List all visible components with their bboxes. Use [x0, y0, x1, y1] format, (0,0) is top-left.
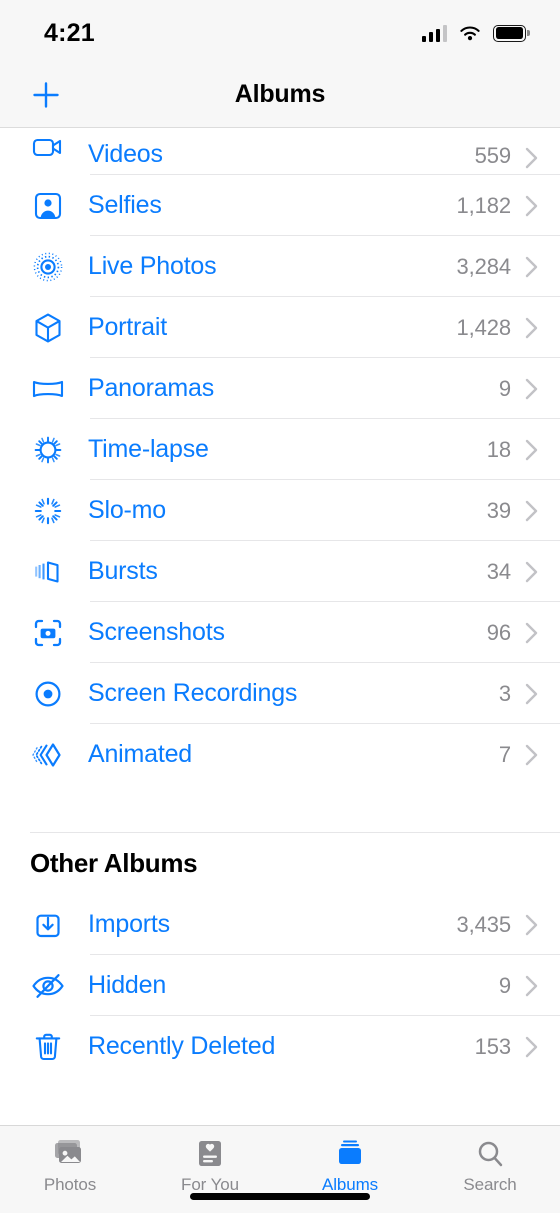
tab-label: Photos: [43, 1175, 97, 1194]
album-count: 18: [486, 436, 511, 462]
album-row-portrait[interactable]: Portrait 1,428: [0, 297, 560, 358]
section-spacer: [0, 785, 560, 832]
albums-list[interactable]: Videos 559 Selfies 1,182 Live Photos 3,2…: [0, 128, 560, 1125]
cellular-signal-icon: [421, 24, 447, 42]
chevron-right-icon: [525, 683, 538, 705]
album-label: Animated: [88, 740, 193, 768]
navigation-bar: Albums: [0, 62, 560, 128]
video-camera-icon: [26, 128, 70, 169]
eye-slash-icon: [26, 964, 70, 1008]
tab-for-you[interactable]: For You: [140, 1126, 280, 1195]
album-count: 1,428: [456, 314, 511, 340]
album-label: Recently Deleted: [88, 1032, 276, 1060]
album-row-screen-recordings[interactable]: Screen Recordings 3: [0, 663, 560, 724]
album-label: Selfies: [88, 191, 162, 219]
album-count: 96: [486, 619, 511, 645]
screen-recording-icon: [26, 672, 70, 716]
album-count: 3: [498, 680, 511, 706]
photos-albums-screen: 4:21 Albums Videos 559 Selfies 1,182 Liv…: [0, 0, 560, 1213]
album-row-animated[interactable]: Animated 7: [0, 724, 560, 785]
plus-icon: [33, 81, 59, 108]
albums-book-icon: [332, 1135, 368, 1173]
album-row-live-photos[interactable]: Live Photos 3,284: [0, 236, 560, 297]
magnifier-icon: [474, 1135, 506, 1173]
trash-icon: [26, 1025, 70, 1069]
album-row-slo-mo[interactable]: Slo-mo 39: [0, 480, 560, 541]
album-label: Panoramas: [88, 374, 215, 402]
album-label: Time-lapse: [88, 435, 209, 463]
album-count: 39: [486, 497, 511, 523]
portrait-cube-icon: [26, 306, 70, 350]
album-row-videos[interactable]: Videos 559: [0, 128, 560, 175]
tab-photos[interactable]: Photos: [0, 1126, 140, 1195]
import-tray-icon: [26, 903, 70, 947]
album-count: 3,435: [456, 911, 511, 937]
album-row-time-lapse[interactable]: Time-lapse 18: [0, 419, 560, 480]
chevron-right-icon: [525, 195, 538, 217]
tab-label: Albums: [321, 1175, 379, 1194]
wifi-icon: [460, 26, 480, 41]
album-label: Live Photos: [88, 252, 217, 280]
tab-bar: Photos For You Albums Search: [0, 1125, 560, 1213]
chevron-right-icon: [525, 256, 538, 278]
album-label: Screenshots: [88, 618, 225, 646]
add-album-button[interactable]: [24, 73, 68, 117]
tab-label: Search: [463, 1175, 517, 1194]
album-row-bursts[interactable]: Bursts 34: [0, 541, 560, 602]
album-label: Slo-mo: [88, 496, 166, 524]
chevron-right-icon: [525, 975, 538, 997]
album-label: Portrait: [88, 313, 167, 341]
album-count: 3,284: [456, 253, 511, 279]
album-label: Screen Recordings: [88, 679, 298, 707]
chevron-right-icon: [525, 1036, 538, 1058]
chevron-right-icon: [525, 378, 538, 400]
photos-stack-icon: [52, 1135, 88, 1173]
chevron-right-icon: [525, 439, 538, 461]
album-count: 559: [474, 143, 512, 168]
screenshot-camera-icon: [26, 611, 70, 655]
album-row-panoramas[interactable]: Panoramas 9: [0, 358, 560, 419]
chevron-right-icon: [525, 147, 538, 169]
chevron-right-icon: [525, 500, 538, 522]
album-row-imports[interactable]: Imports 3,435: [0, 894, 560, 955]
panorama-icon: [26, 367, 70, 411]
album-row-screenshots[interactable]: Screenshots 96: [0, 602, 560, 663]
tab-label: For You: [181, 1175, 239, 1194]
status-bar-indicators: [421, 24, 530, 42]
album-count: 34: [486, 558, 511, 584]
album-row-selfies[interactable]: Selfies 1,182: [0, 175, 560, 236]
battery-icon: [493, 24, 530, 42]
home-indicator[interactable]: [190, 1193, 370, 1200]
album-label: Hidden: [88, 971, 167, 999]
album-row-recently-deleted[interactable]: Recently Deleted 153: [0, 1016, 560, 1077]
bursts-stack-icon: [26, 550, 70, 594]
status-bar: 4:21: [0, 0, 560, 62]
album-label: Videos: [88, 140, 163, 168]
tab-search[interactable]: Search: [420, 1126, 560, 1195]
chevron-right-icon: [525, 317, 538, 339]
chevron-right-icon: [525, 744, 538, 766]
section-header-other-albums: Other Albums: [30, 848, 198, 878]
status-bar-time: 4:21: [44, 18, 95, 47]
album-count: 9: [498, 375, 511, 401]
chevron-right-icon: [525, 914, 538, 936]
album-row-hidden[interactable]: Hidden 9: [0, 955, 560, 1016]
album-label: Imports: [88, 910, 170, 938]
album-count: 7: [498, 741, 511, 767]
page-title: Albums: [234, 80, 326, 108]
time-lapse-icon: [26, 428, 70, 472]
selfie-portrait-icon: [26, 184, 70, 228]
live-photo-icon: [26, 245, 70, 289]
slo-mo-icon: [26, 489, 70, 533]
chevron-right-icon: [525, 561, 538, 583]
tab-albums[interactable]: Albums: [280, 1126, 420, 1195]
album-count: 9: [498, 972, 511, 998]
animated-chevron-icon: [26, 733, 70, 777]
album-label: Bursts: [88, 557, 158, 585]
chevron-right-icon: [525, 622, 538, 644]
album-count: 1,182: [456, 192, 511, 218]
album-count: 153: [474, 1033, 512, 1059]
for-you-card-icon: [194, 1135, 226, 1173]
